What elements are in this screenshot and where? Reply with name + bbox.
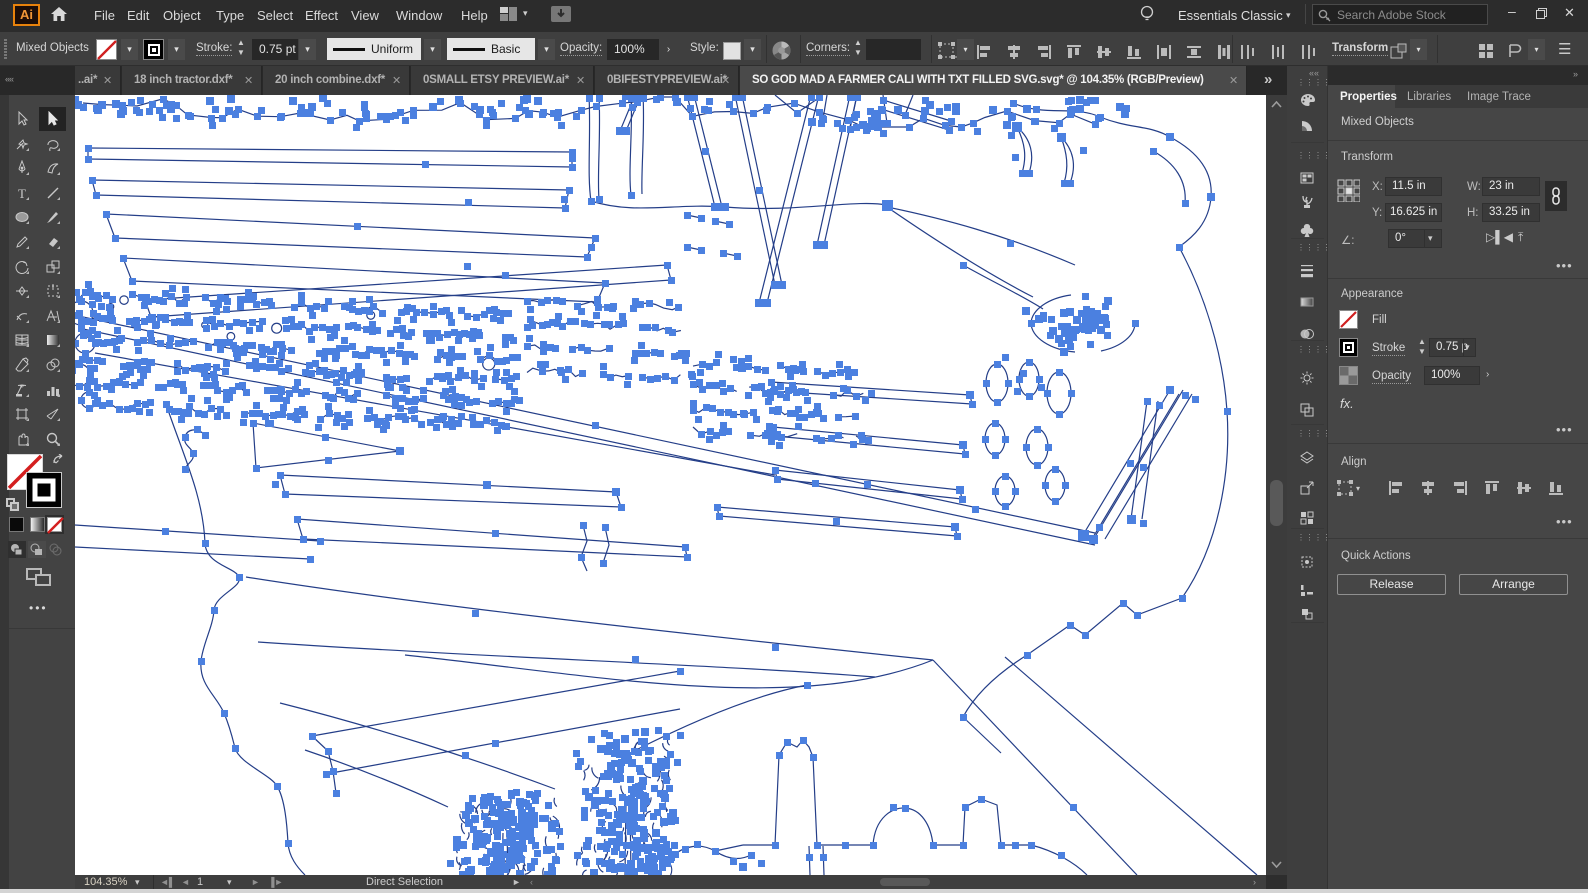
- svg-text:T: T: [18, 186, 26, 201]
